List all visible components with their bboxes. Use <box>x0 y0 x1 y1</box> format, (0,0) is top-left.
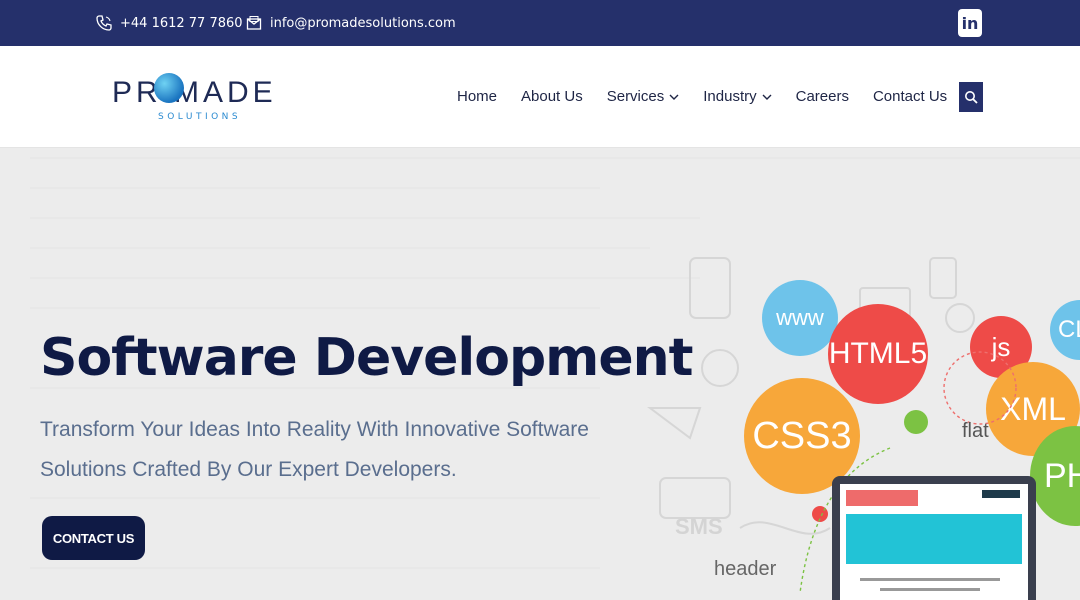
linkedin-icon[interactable]: in <box>958 9 982 37</box>
bubble-label: HTML5 <box>828 337 928 370</box>
globe-icon <box>154 73 184 103</box>
www-bubble: www <box>762 280 838 356</box>
nav-item-industry[interactable]: Industry <box>703 88 772 105</box>
nav-label: About Us <box>521 88 583 105</box>
nav-item-careers[interactable]: Careers <box>796 88 849 105</box>
bubble-label: PH <box>1044 456 1080 495</box>
bubble-label: CL <box>1058 316 1080 343</box>
linkedin-label: in <box>961 13 979 33</box>
monitor-screen <box>840 484 1028 600</box>
screen-line <box>860 578 1000 581</box>
chevron-down-icon <box>669 94 679 100</box>
green-dot <box>904 410 928 434</box>
primary-nav: Home About Us Services Industry Careers … <box>457 46 971 147</box>
nav-label: Careers <box>795 88 849 105</box>
nav-label: Contact Us <box>872 88 948 105</box>
nav-item-contact-us[interactable]: Contact Us <box>873 88 947 105</box>
nav-item-about-us[interactable]: About Us <box>521 88 583 105</box>
email-address[interactable]: info@promadesolutions.com <box>270 16 456 31</box>
monitor-illustration <box>832 476 1036 600</box>
nav-label: Industry <box>703 88 757 105</box>
search-button[interactable] <box>959 82 983 112</box>
logo-wordmark: PR MADE <box>112 76 277 109</box>
nav-item-home[interactable]: Home <box>457 88 497 105</box>
phone-icon <box>96 15 112 31</box>
dashed-orbit <box>943 351 1017 425</box>
hero-subtitle: Transform Your Ideas Into Reality With I… <box>40 418 589 481</box>
mail-icon <box>246 16 262 30</box>
bubble-label: www <box>776 305 824 330</box>
logo-subtitle: SOLUTIONS <box>158 112 242 122</box>
sms-doodle-text: SMS <box>675 514 723 539</box>
search-icon <box>965 91 978 104</box>
chevron-down-icon <box>762 94 772 100</box>
email-contact[interactable]: info@promadesolutions.com <box>246 0 456 46</box>
phone-number[interactable]: +44 1612 77 7860 <box>120 16 243 31</box>
main-navbar: PR MADE SOLUTIONS Home About Us Services… <box>0 46 1080 148</box>
nav-label: Home <box>457 88 498 105</box>
screen-red-bar <box>846 490 918 506</box>
html5-bubble: HTML5 <box>828 304 928 404</box>
phone-contact[interactable]: +44 1612 77 7860 <box>96 0 243 46</box>
contact-us-button[interactable]: CONTACT US <box>42 516 145 560</box>
top-bar: +44 1612 77 7860 info@promadesolutions.c… <box>0 0 1080 46</box>
screen-dark-bar <box>982 490 1020 498</box>
flat-label: flat <box>962 420 989 442</box>
company-logo[interactable]: PR MADE SOLUTIONS <box>112 70 282 126</box>
hero-title: Software Development <box>40 328 693 388</box>
screen-cyan-block <box>846 514 1022 564</box>
header-label: header <box>714 558 777 580</box>
nav-item-services[interactable]: Services <box>607 88 680 105</box>
nav-label: Services <box>606 88 665 105</box>
screen-line <box>880 588 980 591</box>
hero-section: SMS www HTML5 CSS3 js XML CL PH flat hea… <box>0 148 1080 600</box>
